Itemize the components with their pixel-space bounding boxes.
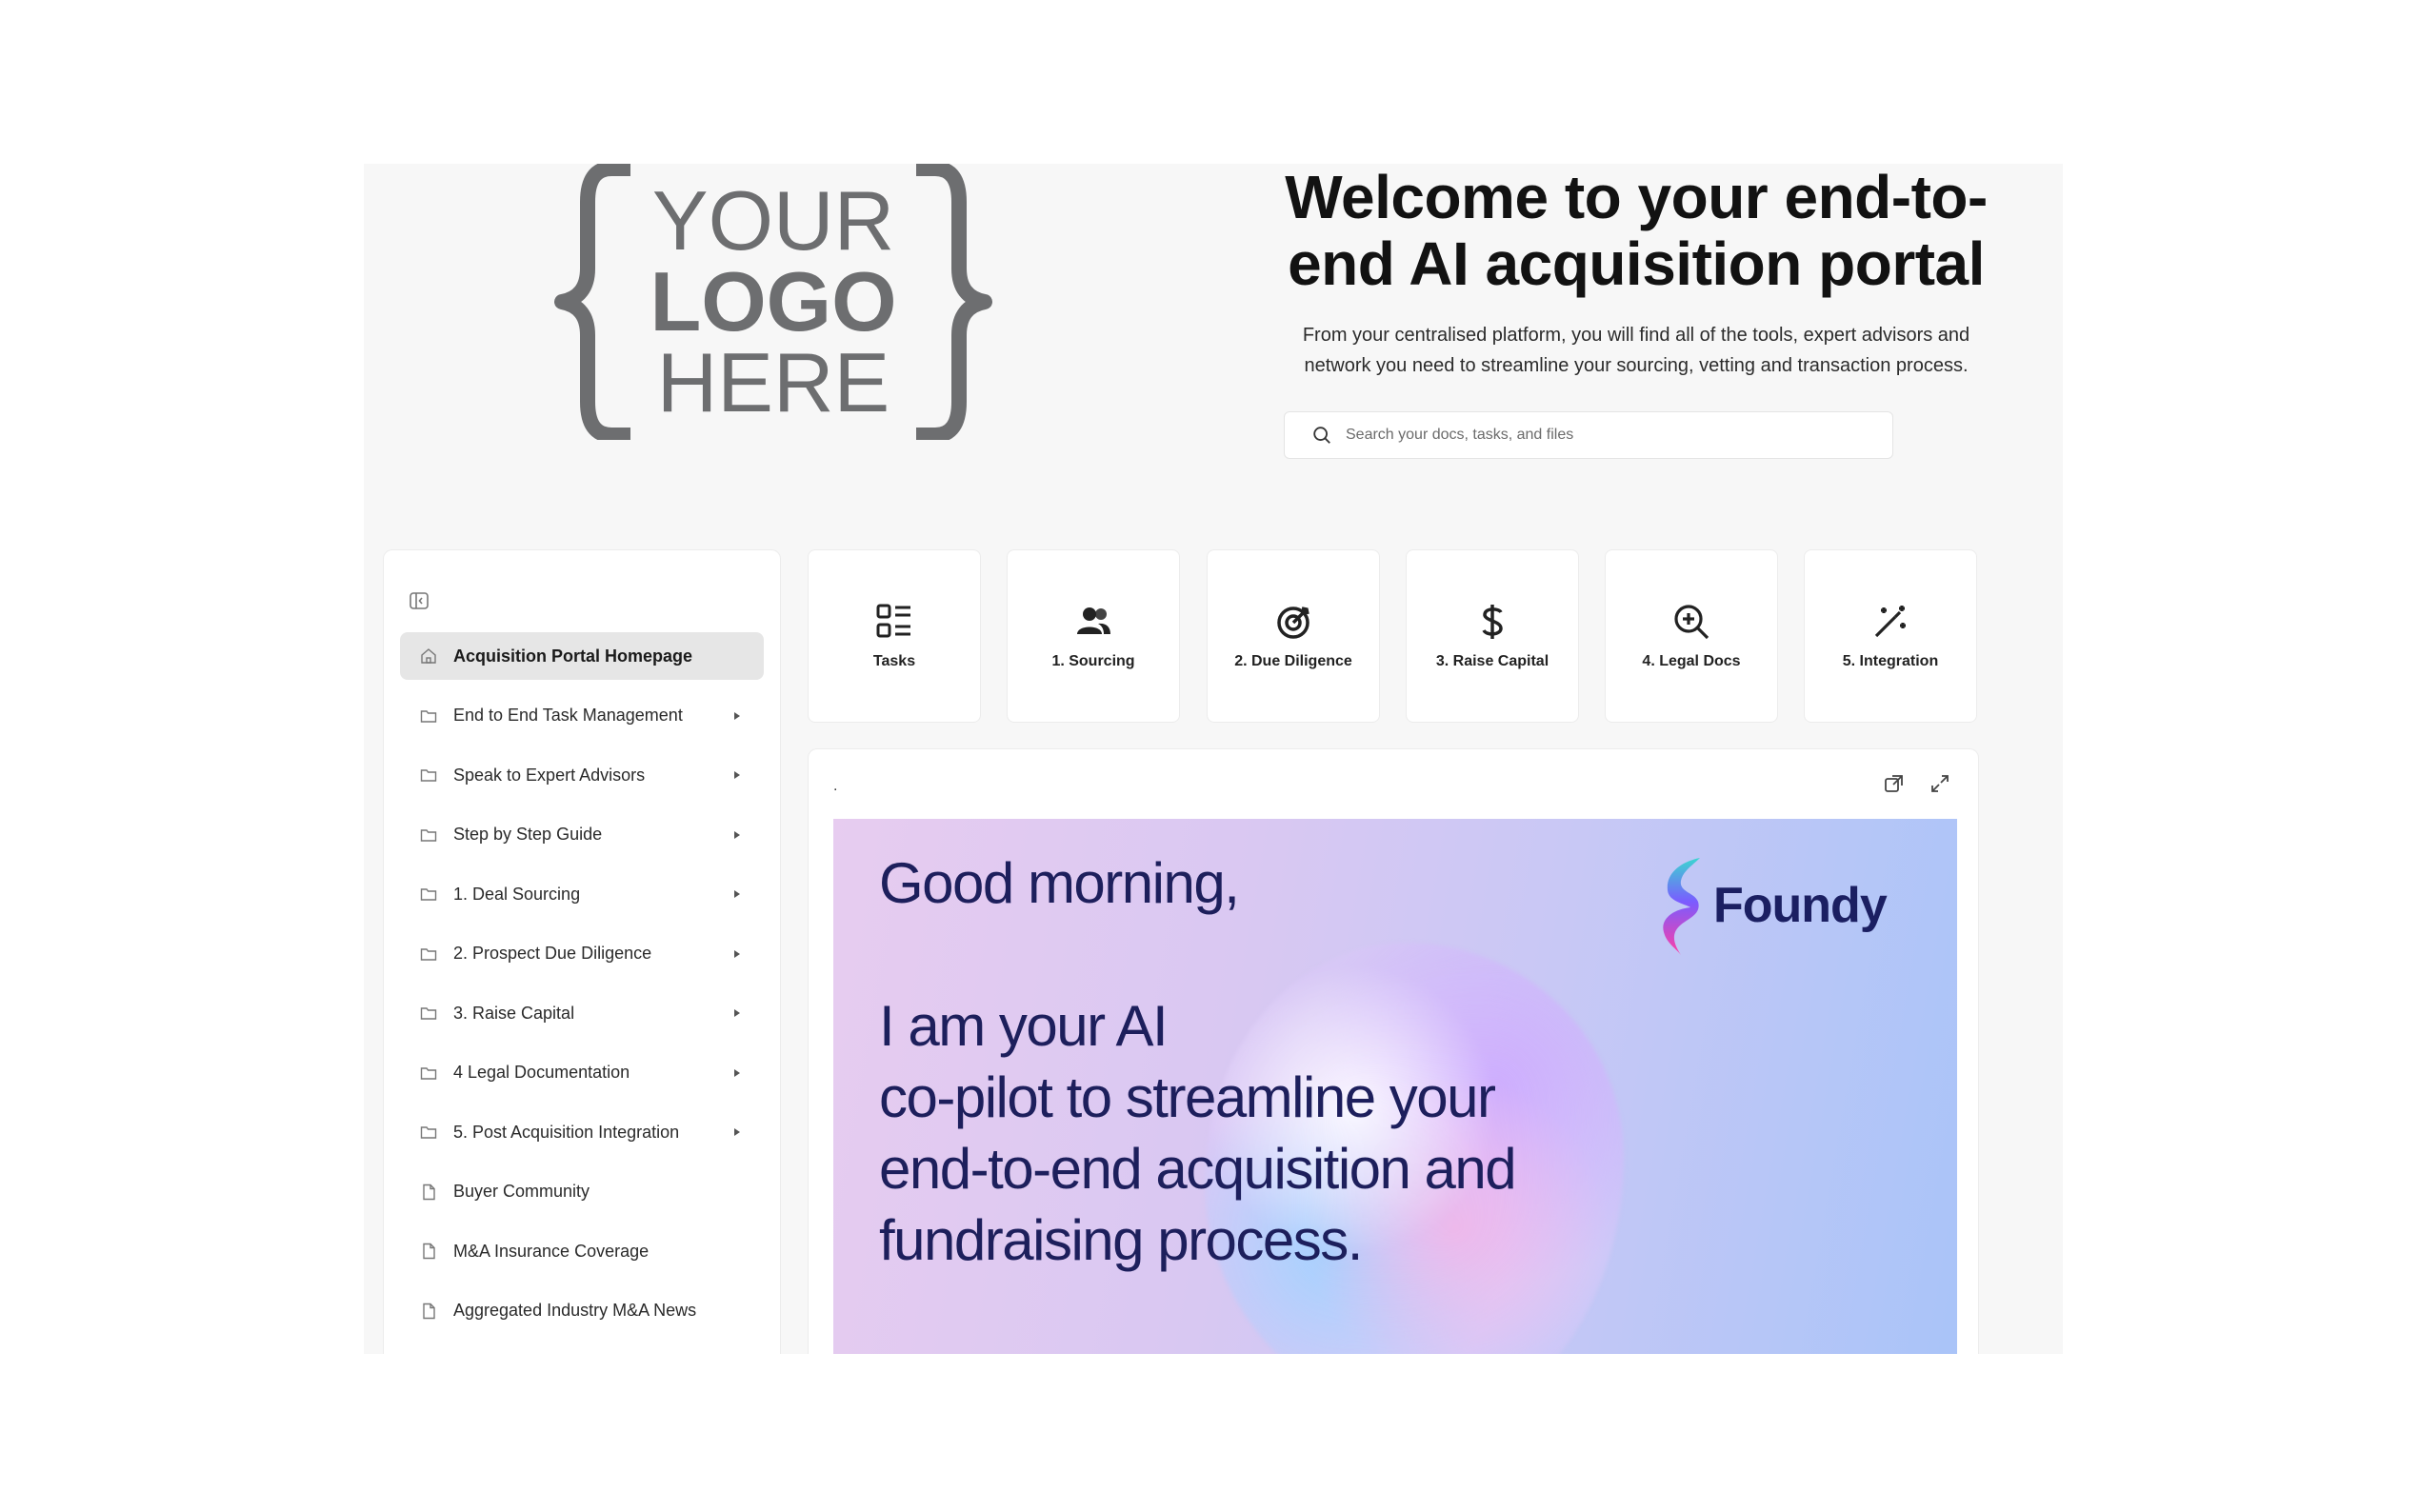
people-icon: [1077, 607, 1110, 634]
sidebar-item-2-prospect-due-diligence[interactable]: 2. Prospect Due Diligence: [400, 930, 764, 978]
sidebar-item-step-by-step-guide[interactable]: Step by Step Guide: [400, 811, 764, 859]
tile-label: 5. Integration: [1842, 653, 1939, 669]
tile-4-legal-docs[interactable]: 4. Legal Docs: [1605, 549, 1778, 723]
folder-icon: [419, 945, 438, 964]
sidebar-item-m-a-insurance-coverage[interactable]: M&A Insurance Coverage: [400, 1227, 764, 1275]
sidebar-item-label: 4 Legal Documentation: [453, 1063, 630, 1082]
banner-line-3: co-pilot to streamline your: [879, 1065, 1496, 1129]
welcome-banner: Good morning, I am your AI co-pilot to s…: [833, 819, 1957, 1354]
document-icon: [419, 1242, 438, 1261]
banner-line-2: I am your AI: [879, 994, 1169, 1058]
panel-marker: .: [833, 778, 838, 794]
banner-greeting: Good morning, I am your AI co-pilot to s…: [879, 847, 1641, 1276]
sidebar-nav: Acquisition Portal Homepage End to End Ta…: [400, 632, 764, 1346]
sidebar-item-label: End to End Task Management: [453, 706, 683, 725]
sidebar-collapse-icon[interactable]: [409, 590, 430, 611]
sidebar-item-buyer-community[interactable]: Buyer Community: [400, 1168, 764, 1216]
caret-right-icon[interactable]: [733, 949, 741, 959]
sidebar-item-label: 5. Post Acquisition Integration: [453, 1122, 680, 1142]
caret-right-icon[interactable]: [733, 711, 741, 721]
search-placeholder: Search your docs, tasks, and files: [1346, 427, 1574, 443]
sidebar-item-3-raise-capital[interactable]: 3. Raise Capital: [400, 989, 764, 1037]
sidebar-item-label: M&A Insurance Coverage: [453, 1241, 650, 1261]
sidebar: Acquisition Portal Homepage End to End Ta…: [383, 549, 781, 1354]
expand-icon[interactable]: [1929, 772, 1951, 795]
folder-icon: [419, 1123, 438, 1142]
folder-icon: [419, 1004, 438, 1023]
page-subtitle: From your centralised platform, you will…: [1145, 320, 2063, 381]
folder-icon: [419, 885, 438, 904]
page-subtitle-line-2: network you need to streamline your sour…: [1304, 355, 1969, 376]
banner-line-4: end-to-end acquisition and: [879, 1137, 1517, 1201]
sidebar-item-speak-to-expert-advisors[interactable]: Speak to Expert Advisors: [400, 751, 764, 799]
tile-label: 1. Sourcing: [1051, 653, 1135, 669]
tile-5-integration[interactable]: 5. Integration: [1804, 549, 1977, 723]
sidebar-item-1-deal-sourcing[interactable]: 1. Deal Sourcing: [400, 870, 764, 918]
open-external-icon[interactable]: [1883, 772, 1906, 795]
tile-label: 4. Legal Docs: [1642, 653, 1741, 669]
foundy-logo: Foundy: [1652, 852, 1888, 959]
folder-icon: [419, 706, 438, 726]
page-subtitle-line-1: From your centralised platform, you will…: [1302, 325, 1970, 346]
page-title-line-2: end AI acquisition portal: [1288, 229, 1985, 298]
magic-wand-icon: [1874, 606, 1906, 638]
folder-icon: [419, 1064, 438, 1083]
sidebar-item-label: 1. Deal Sourcing: [453, 884, 581, 904]
dollar-icon: [1482, 605, 1503, 639]
sidebar-item-5-post-acquisition-integration[interactable]: 5. Post Acquisition Integration: [400, 1108, 764, 1156]
folder-icon: [419, 766, 438, 785]
company-logo: YOUR LOGO HERE: [535, 164, 1011, 443]
banner-line-1: Good morning,: [879, 851, 1240, 915]
sidebar-item-label: 2. Prospect Due Diligence: [453, 944, 652, 963]
document-icon: [419, 1183, 438, 1202]
app-frame: YOUR LOGO HERE Welcome to your end-to- e…: [364, 164, 2063, 1354]
sidebar-item-label: Step by Step Guide: [453, 825, 603, 844]
tile-3-raise-capital[interactable]: 3. Raise Capital: [1406, 549, 1579, 723]
foundy-wordmark: Foundy: [1713, 878, 1888, 933]
target-icon: [1277, 607, 1309, 639]
svg-text:HERE: HERE: [657, 335, 890, 429]
sidebar-item-label: Acquisition Portal Homepage: [453, 646, 693, 666]
sidebar-item-aggregated-industry-m-a-news[interactable]: Aggregated Industry M&A News: [400, 1287, 764, 1335]
home-icon: [419, 647, 438, 666]
tile-label: Tasks: [872, 653, 916, 669]
tasks-grid-icon: [876, 604, 910, 638]
main-panel: . Good morning, I am your AI co-pilot to…: [808, 748, 1979, 1354]
caret-right-icon[interactable]: [733, 889, 741, 899]
sidebar-item-label: Aggregated Industry M&A News: [453, 1301, 697, 1320]
banner-line-5: fundraising process.: [879, 1208, 1363, 1272]
page-title-line-1: Welcome to your end-to-: [1285, 164, 1988, 231]
search-icon: [1313, 427, 1330, 444]
tile-label: 3. Raise Capital: [1435, 653, 1549, 669]
sidebar-item-label: 3. Raise Capital: [453, 1003, 575, 1023]
folder-icon: [419, 826, 438, 845]
caret-right-icon[interactable]: [733, 1127, 741, 1137]
page-title: Welcome to your end-to- end AI acquisiti…: [1141, 164, 2063, 297]
foundy-mark-icon: [1663, 858, 1700, 955]
search-input[interactable]: Search your docs, tasks, and files: [1284, 411, 1893, 459]
sidebar-item-end-to-end-task-management[interactable]: End to End Task Management: [400, 692, 764, 740]
tile-2-due-diligence[interactable]: 2. Due Diligence: [1207, 549, 1380, 723]
caret-right-icon[interactable]: [733, 1008, 741, 1018]
zoom-in-icon: [1674, 605, 1709, 640]
document-icon: [419, 1302, 438, 1321]
tile-1-sourcing[interactable]: 1. Sourcing: [1007, 549, 1180, 723]
sidebar-item-label: Speak to Expert Advisors: [453, 765, 646, 785]
sidebar-item-acquisition-portal-homepage[interactable]: Acquisition Portal Homepage: [400, 632, 764, 680]
tile-label: 2. Due Diligence: [1234, 653, 1352, 669]
caret-right-icon[interactable]: [733, 830, 741, 840]
caret-right-icon[interactable]: [733, 1068, 741, 1078]
sidebar-item-4-legal-documentation[interactable]: 4 Legal Documentation: [400, 1049, 764, 1097]
caret-right-icon[interactable]: [733, 770, 741, 780]
tile-tasks[interactable]: Tasks: [808, 549, 981, 723]
sidebar-item-label: Buyer Community: [453, 1182, 590, 1201]
